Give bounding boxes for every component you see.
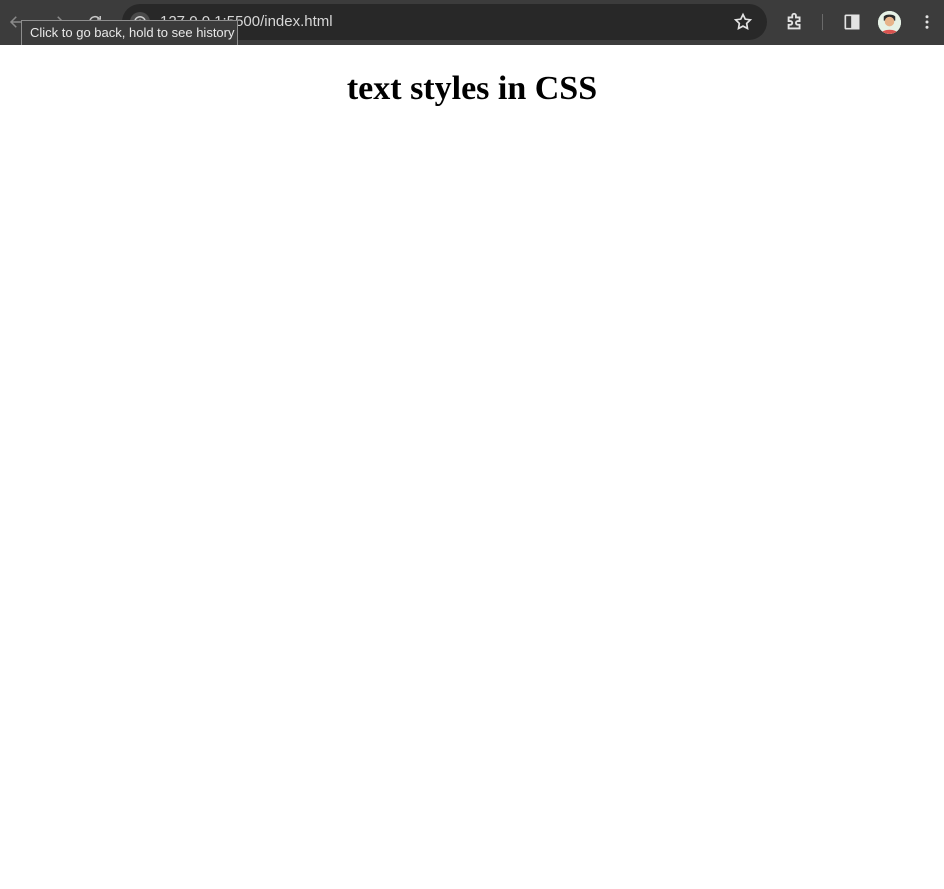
avatar[interactable] xyxy=(878,11,901,34)
page-viewport: text styles in CSS xyxy=(0,45,944,889)
kebab-menu-icon[interactable] xyxy=(918,12,936,32)
side-panel-icon[interactable] xyxy=(842,12,862,32)
profile-avatar-icon xyxy=(878,11,901,34)
puzzle-icon[interactable] xyxy=(784,11,806,33)
star-icon[interactable] xyxy=(733,12,753,32)
back-button-tooltip: Click to go back, hold to see history xyxy=(21,20,238,46)
page-title: text styles in CSS xyxy=(346,70,598,107)
toolbar-divider xyxy=(822,14,823,30)
